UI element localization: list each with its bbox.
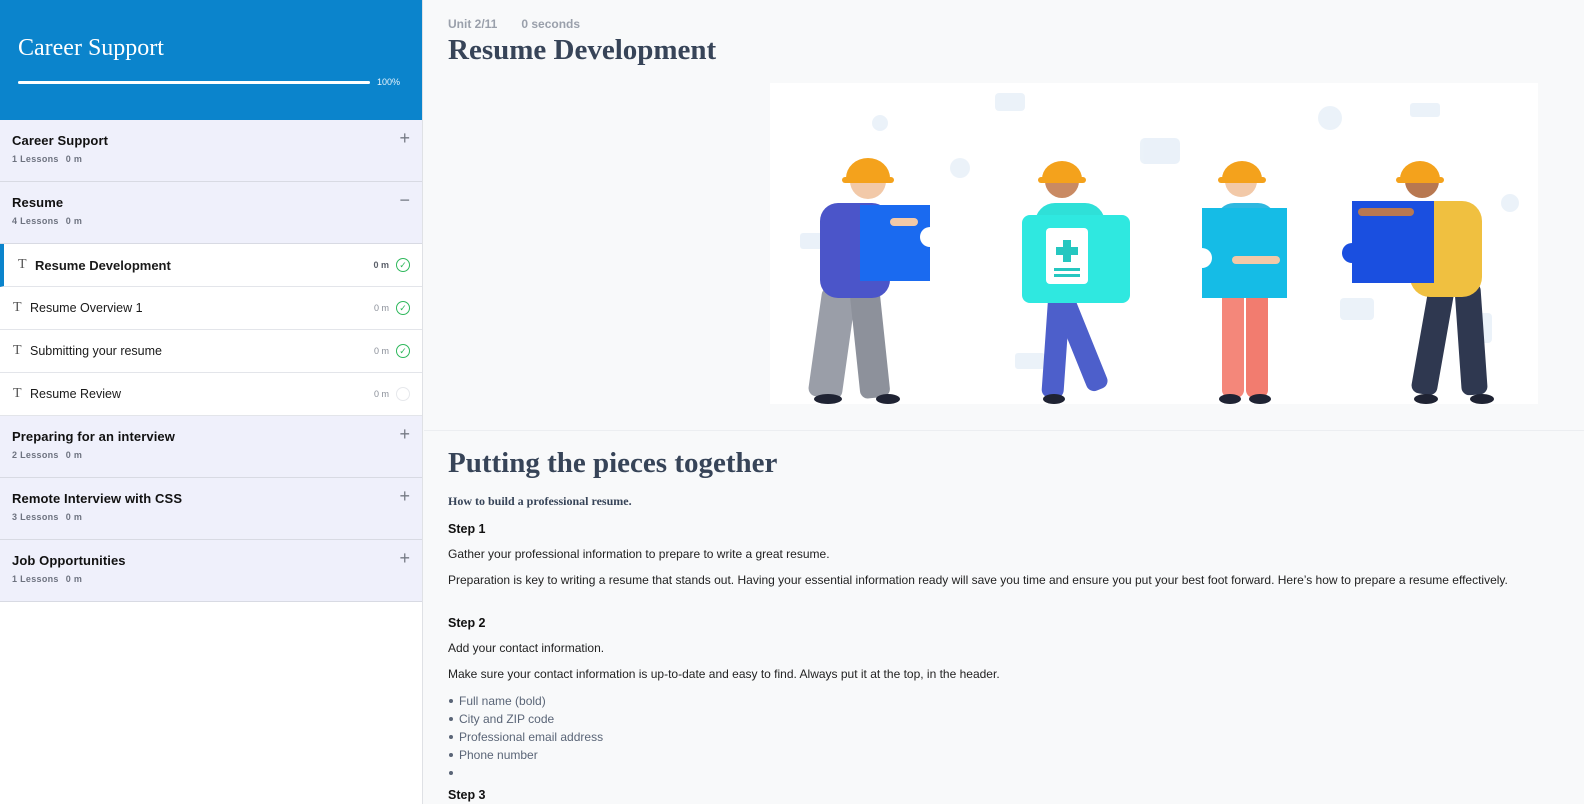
section-title: Preparing for an interview <box>12 429 175 444</box>
step-3-label: Step 3 <box>448 788 486 802</box>
step-1-detail: Preparation is key to writing a resume t… <box>448 573 1508 587</box>
section-title: Job Opportunities <box>12 553 126 568</box>
text-lesson-icon: T <box>18 257 27 272</box>
section-meta: 4 Lessons 0 m <box>12 216 410 226</box>
section-duration: 0 m <box>65 512 83 522</box>
list-item: Full name (bold) <box>448 692 1568 710</box>
collapse-minus-icon[interactable]: − <box>399 191 410 209</box>
step-2-label: Step 2 <box>448 616 486 630</box>
lesson-duration: 0 m <box>373 346 389 356</box>
expand-plus-icon[interactable]: + <box>399 487 410 505</box>
section-meta: 3 Lessons 0 m <box>12 512 410 522</box>
section-duration: 0 m <box>65 450 83 460</box>
section-resume[interactable]: Resume 4 Lessons 0 m − <box>0 182 422 244</box>
lesson-duration: 0 m <box>373 389 389 399</box>
course-sidebar: Career Support 100% Career Support 1 Les… <box>0 0 423 804</box>
lesson-duration: 0 m <box>373 260 389 270</box>
section-career-support[interactable]: Career Support 1 Lessons 0 m + <box>0 120 422 182</box>
section-lesson-count: 2 Lessons <box>12 450 59 460</box>
text-lesson-icon: T <box>13 300 22 315</box>
lesson-item-submitting-resume[interactable]: T Submitting your resume 0 m ✓ <box>0 330 422 373</box>
time-spent: 0 seconds <box>521 17 581 31</box>
pending-circle-icon: ✓ <box>396 387 410 401</box>
section-lesson-count: 4 Lessons <box>12 216 59 226</box>
section-heading: Putting the pieces together <box>448 447 778 479</box>
list-item: City and ZIP code <box>448 710 1568 728</box>
section-preparing-interview[interactable]: Preparing for an interview 2 Lessons 0 m … <box>0 416 422 478</box>
lesson-title: Resume Review <box>30 387 122 401</box>
list-item: Professional email address <box>448 728 1568 746</box>
check-circle-icon: ✓ <box>396 301 410 315</box>
progress-track <box>18 80 370 84</box>
lesson-title: Resume Development <box>35 257 171 273</box>
text-lesson-icon: T <box>13 343 22 358</box>
course-title: Career Support <box>18 35 164 61</box>
section-meta: 2 Lessons 0 m <box>12 450 410 460</box>
hero-image <box>770 83 1538 404</box>
progress-percent: 100% <box>377 77 401 87</box>
text-lesson-icon: T <box>13 386 22 401</box>
step-1-intro: Gather your professional information to … <box>448 547 830 561</box>
section-duration: 0 m <box>65 216 83 226</box>
check-circle-icon: ✓ <box>396 258 410 272</box>
section-job-opportunities[interactable]: Job Opportunities 1 Lessons 0 m + <box>0 540 422 602</box>
section-duration: 0 m <box>65 574 83 584</box>
expand-plus-icon[interactable]: + <box>399 549 410 567</box>
step-2-intro: Add your contact information. <box>448 641 605 655</box>
lesson-content: Unit 2/11 0 seconds Resume Development P… <box>424 0 1584 804</box>
expand-plus-icon[interactable]: + <box>399 425 410 443</box>
section-meta: 1 Lessons 0 m <box>12 154 410 164</box>
section-title: Resume <box>12 195 64 210</box>
page-title: Resume Development <box>448 34 717 66</box>
lesson-duration: 0 m <box>373 303 389 313</box>
lesson-item-resume-development[interactable]: T Resume Development 0 m ✓ <box>0 244 422 287</box>
contact-info-list: Full name (bold) City and ZIP code Profe… <box>448 692 1568 782</box>
lesson-item-resume-overview[interactable]: T Resume Overview 1 0 m ✓ <box>0 287 422 330</box>
lesson-item-resume-review[interactable]: T Resume Review 0 m ✓ <box>0 373 422 416</box>
step-2-detail: Make sure your contact information is up… <box>448 667 1000 681</box>
section-lesson-count: 3 Lessons <box>12 512 59 522</box>
section-divider <box>424 430 1584 431</box>
section-remote-interview[interactable]: Remote Interview with CSS 3 Lessons 0 m + <box>0 478 422 540</box>
section-duration: 0 m <box>65 154 83 164</box>
unit-info: Unit 2/11 0 seconds <box>448 17 1584 31</box>
section-meta: 1 Lessons 0 m <box>12 574 410 584</box>
section-subtitle: How to build a professional resume. <box>448 494 632 508</box>
app-root: Career Support 100% Career Support 1 Les… <box>0 0 1584 804</box>
progress-fill <box>18 80 370 84</box>
puzzle-team-illustration-icon <box>770 83 1538 404</box>
list-item <box>448 764 1568 782</box>
step-1-label: Step 1 <box>448 522 486 536</box>
check-circle-icon: ✓ <box>396 344 410 358</box>
section-lesson-count: 1 Lessons <box>12 574 59 584</box>
list-item: Phone number <box>448 746 1568 764</box>
expand-plus-icon[interactable]: + <box>399 129 410 147</box>
lesson-body: Putting the pieces together How to build… <box>448 446 1568 802</box>
course-progress: 100% <box>18 77 404 87</box>
section-title: Remote Interview with CSS <box>12 491 183 506</box>
section-lesson-count: 1 Lessons <box>12 154 59 164</box>
lesson-title: Resume Overview 1 <box>30 301 143 315</box>
course-header: Career Support 100% <box>0 0 422 120</box>
lesson-title: Submitting your resume <box>30 344 163 358</box>
section-title: Career Support <box>12 133 109 148</box>
unit-counter: Unit 2/11 <box>448 17 498 31</box>
